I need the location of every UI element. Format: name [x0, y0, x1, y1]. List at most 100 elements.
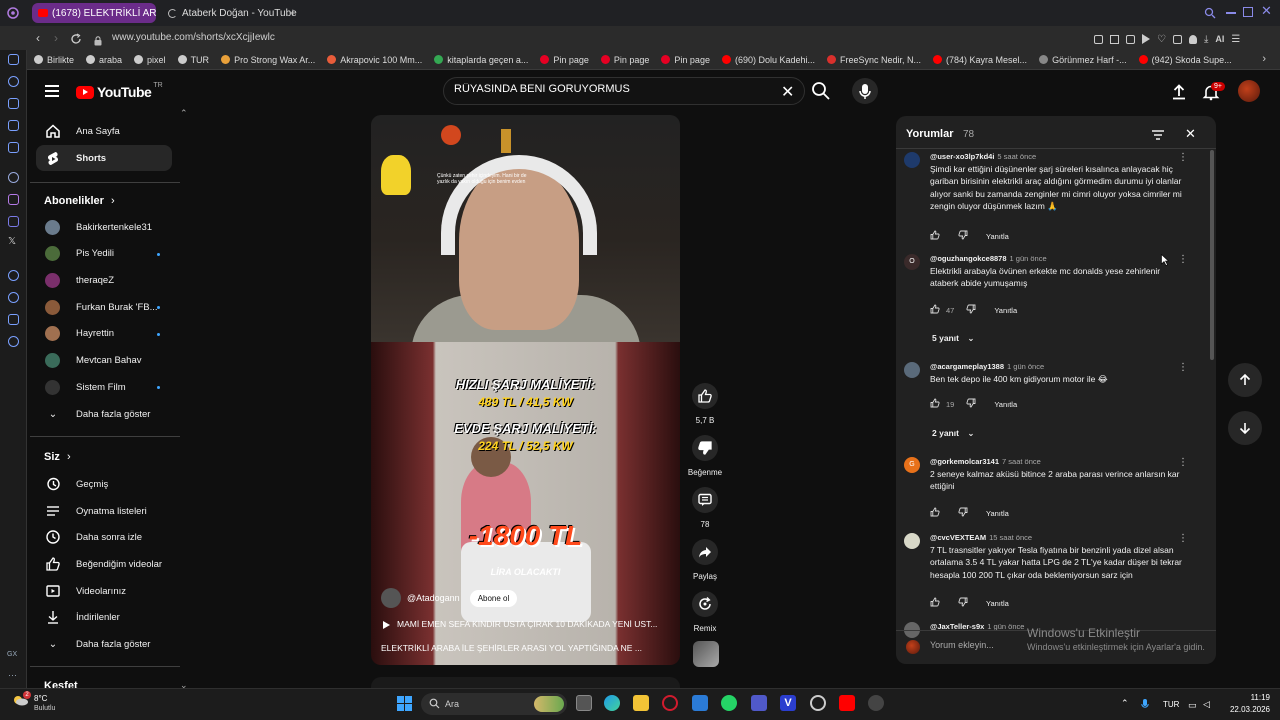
dislike-button[interactable]: [692, 435, 718, 461]
edge-icon[interactable]: [604, 695, 620, 711]
tray-expand-icon[interactable]: ⌃: [1121, 698, 1129, 709]
hamburger-menu-icon[interactable]: [45, 85, 59, 100]
next-short-button[interactable]: [1228, 411, 1262, 445]
bookmarks-more-icon[interactable]: ›: [1262, 53, 1266, 65]
comment-menu-icon[interactable]: ⋮: [1178, 152, 1188, 163]
comment-menu-icon[interactable]: ⋮: [1178, 457, 1188, 468]
remix-button[interactable]: [692, 591, 718, 617]
tab-ataberk[interactable]: Ataberk Doğan - YouTube: [162, 3, 297, 23]
notes-icon[interactable]: [8, 120, 19, 131]
add-rail-icon[interactable]: [8, 270, 19, 281]
comment-dislike-icon[interactable]: [958, 230, 968, 242]
comment-author[interactable]: @cvcVEXTEAM 15 saat önce: [930, 533, 1032, 542]
screenshot-icon[interactable]: [1110, 34, 1119, 44]
history-icon[interactable]: [8, 76, 19, 87]
reply-button[interactable]: Yanıtla: [994, 306, 1017, 315]
commenter-avatar[interactable]: [904, 533, 920, 549]
subscription-item[interactable]: Bakirkertenkele31: [36, 214, 172, 240]
channel-avatar[interactable]: [381, 588, 401, 608]
back-icon[interactable]: ‹: [36, 31, 40, 45]
forward-icon[interactable]: ›: [54, 31, 58, 45]
instagram-icon[interactable]: [8, 194, 19, 205]
bookmark-item[interactable]: FreeSync Nedir, N...: [827, 55, 921, 65]
subscribe-button[interactable]: Abone ol: [469, 589, 518, 607]
microphone-tray-icon[interactable]: [1141, 697, 1149, 709]
app-icon[interactable]: [868, 695, 884, 711]
you-heading[interactable]: Siz ›: [44, 451, 71, 463]
teams-icon[interactable]: [751, 695, 767, 711]
bookmark-item[interactable]: kitaplarda geçen a...: [434, 55, 528, 65]
bookmark-item[interactable]: Birlikte: [34, 55, 74, 65]
bookmark-item[interactable]: TUR: [177, 55, 209, 65]
download-icon[interactable]: ⤓: [1204, 34, 1208, 45]
profile-icon[interactable]: [1188, 34, 1197, 44]
sidebar-scroll-up-icon[interactable]: ⌃: [180, 108, 188, 119]
browser-menu-icon[interactable]: [6, 6, 20, 20]
bookmark-item[interactable]: Görünmez Harf -...: [1039, 55, 1127, 65]
messenger-icon[interactable]: [8, 54, 19, 65]
comment-dislike-icon[interactable]: [966, 304, 976, 316]
comments-button[interactable]: [692, 487, 718, 513]
sidebar-item-home[interactable]: Ana Sayfa: [36, 118, 172, 144]
snapshot-icon[interactable]: [1126, 34, 1135, 44]
comment-dislike-icon[interactable]: [966, 398, 976, 410]
video-description[interactable]: ELEKTRİKLİ ARABA İLE ŞEHİRLER ARASI YOL …: [381, 643, 671, 653]
subscription-item[interactable]: Mevtcan Bahav: [36, 348, 172, 374]
comment-input[interactable]: Yorum ekleyin...: [930, 640, 994, 650]
clock-rail-icon[interactable]: [8, 292, 19, 303]
network-icon[interactable]: ▭: [1188, 700, 1197, 711]
search-clear-icon[interactable]: ✕: [781, 82, 794, 102]
comment-author[interactable]: @user-xo3lp7kd4i 5 saat önce: [930, 152, 1036, 161]
comment-menu-icon[interactable]: ⋮: [1178, 533, 1188, 544]
taskbar-search[interactable]: Ara: [421, 693, 567, 715]
search-bar[interactable]: [443, 77, 805, 105]
comment-like-icon[interactable]: [930, 304, 940, 316]
voice-search-button[interactable]: [852, 78, 878, 104]
url-field[interactable]: www.youtube.com/shorts/xcXcjjIewlc: [112, 32, 275, 43]
sidebar-item-playlists[interactable]: Oynatma listeleri: [36, 498, 172, 524]
account-avatar[interactable]: [1238, 80, 1260, 102]
show-more-subscriptions[interactable]: ⌄ Daha fazla göster: [36, 401, 172, 427]
search-input[interactable]: [454, 83, 774, 95]
share-button[interactable]: [692, 539, 718, 565]
bookmark-item[interactable]: Pro Strong Wax Ar...: [221, 55, 315, 65]
sort-icon[interactable]: [1151, 128, 1165, 140]
comments-scrollbar[interactable]: [1210, 150, 1214, 360]
bookmark-item[interactable]: Pin page: [661, 55, 710, 65]
like-button[interactable]: [692, 383, 718, 409]
comment-like-icon[interactable]: [930, 507, 940, 519]
outlook-icon[interactable]: [692, 695, 708, 711]
heart-icon[interactable]: ♡: [1157, 34, 1166, 45]
close-comments-icon[interactable]: ✕: [1185, 126, 1196, 142]
replies-toggle[interactable]: 5 yanıt ⌄: [932, 333, 974, 344]
reply-button[interactable]: Yanıtla: [986, 232, 1009, 241]
show-more-you[interactable]: ⌄ Daha fazla göster: [36, 631, 172, 657]
subscription-item[interactable]: Hayrettin: [36, 321, 172, 347]
vegas-icon[interactable]: V: [780, 695, 796, 711]
sidebar-item-watch-later[interactable]: Daha sonra izle: [36, 524, 172, 550]
reload-icon[interactable]: [70, 32, 82, 44]
previous-short-button[interactable]: [1228, 363, 1262, 397]
subscriptions-heading[interactable]: Abonelikler ›: [44, 195, 115, 207]
aria-ai-button[interactable]: AI: [1215, 34, 1224, 44]
video-title[interactable]: MAMİ EMEN SEFA KINDIR USTA ÇIRAK 10 DAKİ…: [397, 619, 672, 629]
bookmark-item[interactable]: Pin page: [600, 55, 649, 65]
lock-icon[interactable]: [94, 33, 102, 46]
comment-menu-icon[interactable]: ⋮: [1178, 362, 1188, 373]
channel-name[interactable]: @Atadogann: [407, 593, 460, 603]
settings-rail-icon[interactable]: [8, 336, 19, 347]
comment-like-icon[interactable]: [930, 398, 940, 410]
shorts-video-player[interactable]: Çünkü zaten şehir içindeyim. Hani bir de…: [371, 115, 680, 665]
comment-author[interactable]: @acargameplay1388 1 gün önce: [930, 362, 1044, 371]
commenter-avatar[interactable]: [904, 362, 920, 378]
task-view-icon[interactable]: [576, 695, 592, 711]
comment-menu-icon[interactable]: ⋮: [1178, 254, 1188, 265]
bookmark-page-icon[interactable]: [1094, 34, 1103, 44]
wallet-rail-icon[interactable]: [8, 98, 19, 109]
clock[interactable]: 11:19 22.03.2026: [1226, 693, 1270, 714]
sidebar-item-your-videos[interactable]: Videolarınız: [36, 578, 172, 604]
maximize-icon[interactable]: [1243, 7, 1253, 17]
bookmark-item[interactable]: (784) Kayra Mesel...: [933, 55, 1027, 65]
commenter-avatar[interactable]: G: [904, 457, 920, 473]
close-window-icon[interactable]: ✕: [1261, 3, 1272, 19]
